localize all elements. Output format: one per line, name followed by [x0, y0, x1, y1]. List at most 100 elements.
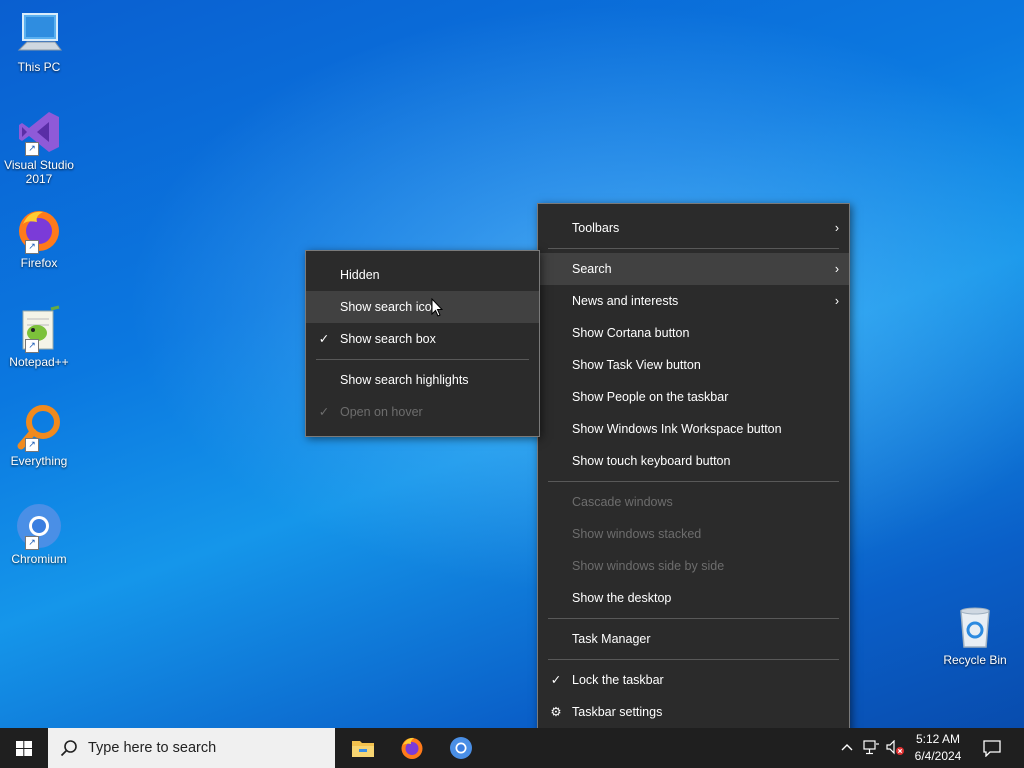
shortcut-arrow-icon: ↗ [25, 339, 39, 353]
desktop-icon-label: Recycle Bin [943, 653, 1007, 667]
tray-network-button[interactable] [860, 728, 882, 768]
menu-item-show-windows-stacked: Show windows stacked [538, 518, 849, 550]
menu-item-label: Cascade windows [572, 495, 673, 509]
submenu-item-show-search-icon[interactable]: Show search icon [306, 291, 539, 323]
clock-time: 5:12 AM [915, 732, 961, 746]
desktop-icon-recycle-bin[interactable]: Recycle Bin [940, 603, 1010, 667]
menu-item-label: Open on hover [340, 405, 423, 419]
menu-item-label: Show windows stacked [572, 527, 702, 541]
menu-separator [316, 359, 529, 360]
menu-item-toolbars[interactable]: Toolbars › [538, 212, 849, 244]
menu-item-show-windows-side-by-side: Show windows side by side [538, 550, 849, 582]
menu-item-label: Show Cortana button [572, 326, 690, 340]
menu-item-show-cortana-button[interactable]: Show Cortana button [538, 317, 849, 349]
desktop-icon-label: Everything [10, 454, 68, 468]
search-submenu: Hidden Show search icon ✓ Show search bo… [305, 250, 540, 437]
menu-item-taskbar-settings[interactable]: ⚙ Taskbar settings [538, 696, 849, 728]
menu-item-label: Show People on the taskbar [572, 390, 729, 404]
submenu-item-show-search-box[interactable]: ✓ Show search box [306, 323, 539, 355]
notification-icon [983, 740, 1001, 757]
action-center-button[interactable] [974, 728, 1010, 768]
menu-item-label: Show touch keyboard button [572, 454, 731, 468]
chevron-right-icon: › [834, 262, 839, 276]
menu-item-show-touch-keyboard[interactable]: Show touch keyboard button [538, 445, 849, 477]
menu-item-show-people[interactable]: Show People on the taskbar [538, 381, 849, 413]
shortcut-arrow-icon: ↗ [25, 438, 39, 452]
shortcut-arrow-icon: ↗ [25, 142, 39, 156]
volume-muted-icon [886, 740, 904, 755]
desktop-icon-firefox[interactable]: ↗ Firefox [4, 206, 74, 270]
submenu-item-show-search-highlights[interactable]: Show search highlights [306, 364, 539, 396]
taskbar-search-box[interactable]: Type here to search [48, 728, 335, 768]
menu-separator [548, 618, 839, 619]
taskbar-firefox[interactable] [389, 728, 435, 768]
chevron-up-icon [841, 744, 853, 751]
desktop-icon-label: This PC [17, 60, 61, 74]
menu-item-label: Taskbar settings [572, 705, 663, 719]
menu-item-label: Show the desktop [572, 591, 672, 605]
menu-item-search[interactable]: Search › [538, 253, 849, 285]
menu-item-label: Show search box [340, 332, 436, 346]
menu-item-label: Lock the taskbar [572, 673, 664, 687]
menu-item-task-manager[interactable]: Task Manager [538, 623, 849, 655]
checkmark-icon: ✓ [318, 332, 330, 346]
notepadpp-icon: ↗ [15, 305, 63, 353]
checkmark-icon: ✓ [550, 673, 562, 687]
menu-separator [548, 659, 839, 660]
clock-date: 6/4/2024 [914, 749, 962, 763]
windows-logo-icon [16, 741, 32, 756]
desktop-icon-label: Firefox [20, 256, 58, 270]
menu-item-show-windows-ink[interactable]: Show Windows Ink Workspace button [538, 413, 849, 445]
menu-separator [548, 481, 839, 482]
chromium-icon: ↗ [15, 502, 63, 550]
taskbar-chromium[interactable] [438, 728, 484, 768]
network-icon [863, 740, 879, 755]
menu-item-cascade-windows: Cascade windows [538, 486, 849, 518]
desktop-icon-chromium[interactable]: ↗ Chromium [4, 502, 74, 566]
menu-item-label: Show windows side by side [572, 559, 725, 573]
chromium-icon [450, 737, 472, 759]
file-explorer-icon [352, 741, 374, 757]
desktop-icon-visual-studio[interactable]: ↗ Visual Studio 2017 [4, 108, 74, 186]
chevron-right-icon: › [834, 221, 839, 235]
chevron-right-icon: › [834, 294, 839, 308]
menu-item-label: Show search icon [340, 300, 439, 314]
menu-item-label: Toolbars [572, 221, 620, 235]
submenu-item-hidden[interactable]: Hidden [306, 259, 539, 291]
desktop-icon-this-pc[interactable]: This PC [4, 10, 74, 74]
menu-item-label: Hidden [340, 268, 380, 282]
desktop-icon-notepadpp[interactable]: ↗ Notepad++ [4, 305, 74, 369]
everything-icon: ↗ [15, 404, 63, 452]
menu-separator [548, 248, 839, 249]
visual-studio-icon: ↗ [15, 108, 63, 156]
computer-icon [15, 10, 63, 58]
menu-item-label: Show search highlights [340, 373, 469, 387]
shortcut-arrow-icon: ↗ [25, 536, 39, 550]
menu-item-show-the-desktop[interactable]: Show the desktop [538, 582, 849, 614]
mouse-cursor-icon [431, 298, 443, 317]
menu-item-label: Task Manager [572, 632, 651, 646]
tray-volume-button[interactable] [884, 728, 906, 768]
taskbar-clock[interactable]: 5:12 AM 6/4/2024 [904, 731, 972, 765]
menu-item-news-and-interests[interactable]: News and interests › [538, 285, 849, 317]
shortcut-arrow-icon: ↗ [25, 240, 39, 254]
menu-item-label: Search [572, 262, 612, 276]
menu-item-label: Show Windows Ink Workspace button [572, 422, 782, 436]
search-placeholder: Type here to search [88, 740, 217, 756]
start-button[interactable] [0, 728, 48, 768]
recycle-bin-icon [951, 603, 999, 651]
desktop-icon-everything[interactable]: ↗ Everything [4, 404, 74, 468]
tray-overflow-button[interactable] [838, 728, 856, 768]
firefox-icon: ↗ [15, 206, 63, 254]
menu-item-show-task-view-button[interactable]: Show Task View button [538, 349, 849, 381]
desktop-icon-label: Chromium [11, 552, 67, 566]
menu-item-lock-the-taskbar[interactable]: ✓ Lock the taskbar [538, 664, 849, 696]
taskbar-file-explorer[interactable] [340, 728, 386, 768]
menu-item-label: Show Task View button [572, 358, 701, 372]
desktop-icon-label: Visual Studio 2017 [4, 158, 74, 186]
gear-icon: ⚙ [550, 705, 562, 719]
desktop-icon-label: Notepad++ [9, 355, 69, 369]
taskbar: Type here to search 5:12 AM 6/4/2024 [0, 728, 1024, 768]
search-icon [60, 740, 77, 757]
checkmark-icon: ✓ [318, 405, 330, 419]
